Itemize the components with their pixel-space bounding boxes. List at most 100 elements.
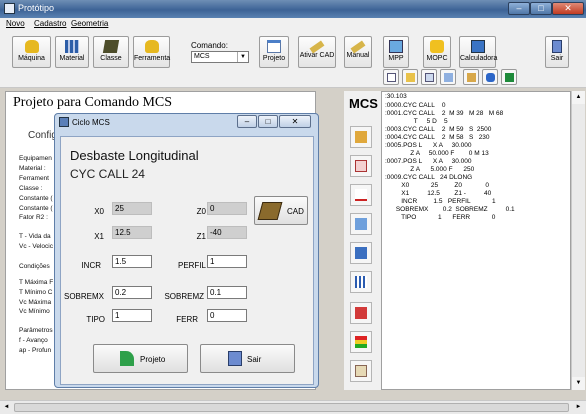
mcs-tool-histogram[interactable]	[350, 271, 372, 293]
x0-label: X0	[94, 207, 104, 216]
traffic-light-icon	[355, 336, 367, 348]
mcs-tool-m30[interactable]	[350, 155, 372, 177]
material-button[interactable]: Material	[55, 36, 89, 68]
exit-door-icon	[552, 40, 562, 53]
minimize-button[interactable]: –	[508, 2, 530, 15]
dialog-minimize-button[interactable]: –	[237, 115, 257, 128]
mpp-button[interactable]: MPP	[383, 36, 409, 68]
activate-cad-button[interactable]: Ativar CAD	[298, 36, 336, 68]
open-folder-icon	[406, 73, 415, 82]
dialog-subheading: CYC CALL 24	[70, 167, 145, 181]
sair-button[interactable]: Sair	[200, 344, 295, 373]
sobremz-input[interactable]: 0.1	[207, 286, 247, 299]
z0-field: 0	[207, 202, 247, 215]
arrow-right-icon	[120, 351, 134, 366]
exit-button[interactable]: Sair	[545, 36, 569, 68]
left-label: Vc Mínimo	[19, 308, 50, 315]
ferr-input[interactable]: 0	[207, 309, 247, 322]
calculator-icon	[470, 40, 485, 53]
calculator-button[interactable]: Calculadora	[459, 36, 497, 68]
activate-cad-button-label: Ativar CAD	[299, 52, 335, 59]
left-label: f - Avanço	[19, 337, 48, 344]
dialog-maximize-button[interactable]: □	[258, 115, 278, 128]
copy-button[interactable]	[421, 69, 437, 85]
toolbar: Máquina Material Classe Ferramenta Coman…	[0, 31, 586, 88]
code-line: T 5 D 5	[385, 118, 448, 125]
maximize-button[interactable]: □	[530, 2, 552, 15]
mcs-tool-profile[interactable]	[350, 213, 372, 235]
left-label: Vc Máxima	[19, 299, 52, 306]
command-select-value: MCS	[194, 53, 210, 60]
class-button-label: Classe	[100, 55, 122, 62]
close-button[interactable]: ✕	[552, 2, 584, 15]
clipboard-icon	[467, 73, 476, 82]
menu-cadastro[interactable]: Cadastro	[34, 19, 66, 28]
horizontal-scrollbar[interactable]: ◄ ►	[0, 400, 586, 414]
open-folder-button[interactable]	[402, 69, 418, 85]
scroll-down-icon[interactable]: ▼	[572, 377, 585, 390]
sair-button-label: Sair	[247, 355, 262, 364]
left-label: Condições	[19, 263, 50, 270]
projeto-button-label: Projeto	[140, 355, 166, 364]
app-titlebar: Protótipo – □ ✕	[0, 0, 586, 18]
manual-button-label: Manual	[346, 52, 370, 59]
menu-geometria[interactable]: Geometria	[71, 19, 108, 28]
class-icon	[102, 40, 120, 53]
cad-button[interactable]: CAD	[254, 196, 308, 225]
sobremz-label: SOBREMZ	[164, 292, 204, 301]
material-button-label: Material	[59, 55, 85, 62]
command-select[interactable]: MCS ▼	[191, 51, 249, 63]
x0-field: 25	[112, 202, 152, 215]
settings-icon	[355, 131, 367, 143]
paste-icon	[444, 73, 453, 82]
exit-button-label: Sair	[550, 55, 564, 62]
page-title: Projeto para Comando MCS	[13, 95, 173, 110]
code-line: INCR 1.5 PERFIL 1	[385, 198, 496, 205]
code-line: :0009.CYC CALL 24 DLONG	[385, 174, 473, 181]
mcs-tool-contour[interactable]	[350, 242, 372, 264]
z1-field: -40	[207, 226, 247, 239]
mcs-tool-wave[interactable]	[350, 184, 372, 206]
left-label: ap - Profun	[19, 347, 52, 354]
dialog-heading: Desbaste Longitudinal	[70, 148, 199, 163]
save-button[interactable]	[501, 69, 517, 85]
scroll-up-icon[interactable]: ▲	[572, 91, 585, 104]
chevron-down-icon[interactable]: ▼	[237, 52, 248, 62]
projeto-button[interactable]: Projeto	[93, 344, 188, 373]
new-file-button[interactable]	[383, 69, 399, 85]
clipboard-button[interactable]	[463, 69, 479, 85]
class-button[interactable]: Classe	[93, 36, 129, 68]
ferr-label: FERR	[176, 315, 198, 324]
dialog-app-icon	[59, 117, 69, 127]
vertical-scrollbar[interactable]: ▲ ▼	[571, 91, 585, 390]
exit-door-icon	[228, 351, 242, 366]
mcs-tool-traffic[interactable]	[350, 331, 372, 353]
paste-button[interactable]	[440, 69, 456, 85]
scroll-right-icon[interactable]: ►	[572, 401, 585, 414]
incr-input[interactable]: 1.5	[112, 255, 152, 268]
project-button-label: Projeto	[262, 55, 286, 62]
manual-button[interactable]: Manual	[344, 36, 372, 68]
menu-novo[interactable]: Novo	[6, 19, 25, 28]
perfil-label: PERFIL	[177, 261, 206, 270]
profile-icon	[355, 218, 367, 230]
machine-button[interactable]: Máquina	[12, 36, 51, 68]
left-label: T - Vida da	[19, 233, 51, 240]
horizontal-scroll-thumb[interactable]	[14, 403, 569, 412]
mcs-tool-cut[interactable]	[350, 302, 372, 324]
mcs-tool-document[interactable]	[350, 360, 372, 382]
mcs-tool-settings[interactable]	[350, 126, 372, 148]
x1-field: 12.5	[112, 226, 152, 239]
dialog-close-button[interactable]: ✕	[279, 115, 311, 128]
perfil-input[interactable]: 1	[207, 255, 247, 268]
machine-icon	[24, 40, 39, 53]
tipo-input[interactable]: 1	[112, 309, 152, 322]
code-line: X1 12.5 Z1 - 40	[385, 190, 492, 197]
tool-button[interactable]: Ferramenta	[133, 36, 170, 68]
sobremx-input[interactable]: 0.2	[112, 286, 152, 299]
project-button[interactable]: Projeto	[259, 36, 289, 68]
cut-icon	[355, 307, 367, 319]
refresh-button[interactable]	[482, 69, 498, 85]
mopc-button[interactable]: MOPC	[423, 36, 451, 68]
scroll-left-icon[interactable]: ◄	[0, 401, 13, 414]
